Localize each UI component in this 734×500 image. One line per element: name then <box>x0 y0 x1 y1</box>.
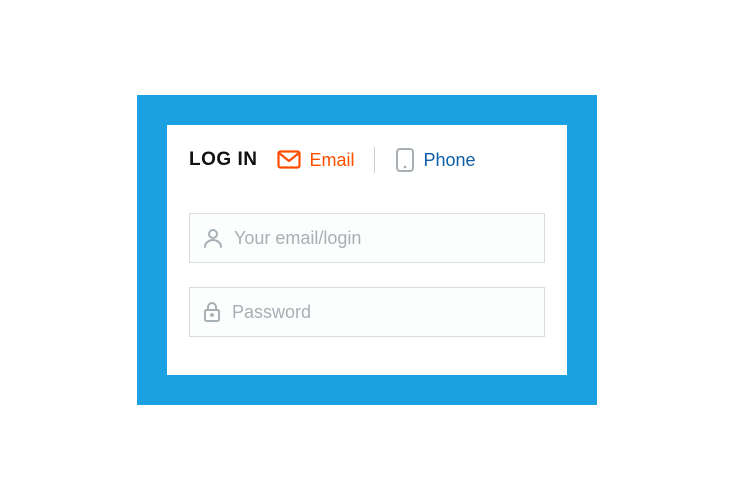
tab-email[interactable]: Email <box>277 150 354 171</box>
tab-phone[interactable]: Phone <box>395 147 475 173</box>
password-field[interactable] <box>189 287 545 337</box>
login-title: LOG IN <box>189 149 257 171</box>
login-header: LOG IN Email Phone <box>189 147 545 173</box>
login-input[interactable] <box>234 228 532 249</box>
tab-divider <box>374 147 375 173</box>
phone-icon <box>395 147 415 173</box>
tab-email-label: Email <box>309 150 354 171</box>
password-input[interactable] <box>232 302 532 323</box>
lock-icon <box>202 301 222 323</box>
login-panel: LOG IN Email Phone <box>167 125 567 375</box>
login-field[interactable] <box>189 213 545 263</box>
person-icon <box>202 227 224 249</box>
tab-phone-label: Phone <box>423 150 475 171</box>
login-frame: LOG IN Email Phone <box>137 95 597 405</box>
mail-icon <box>277 150 301 170</box>
